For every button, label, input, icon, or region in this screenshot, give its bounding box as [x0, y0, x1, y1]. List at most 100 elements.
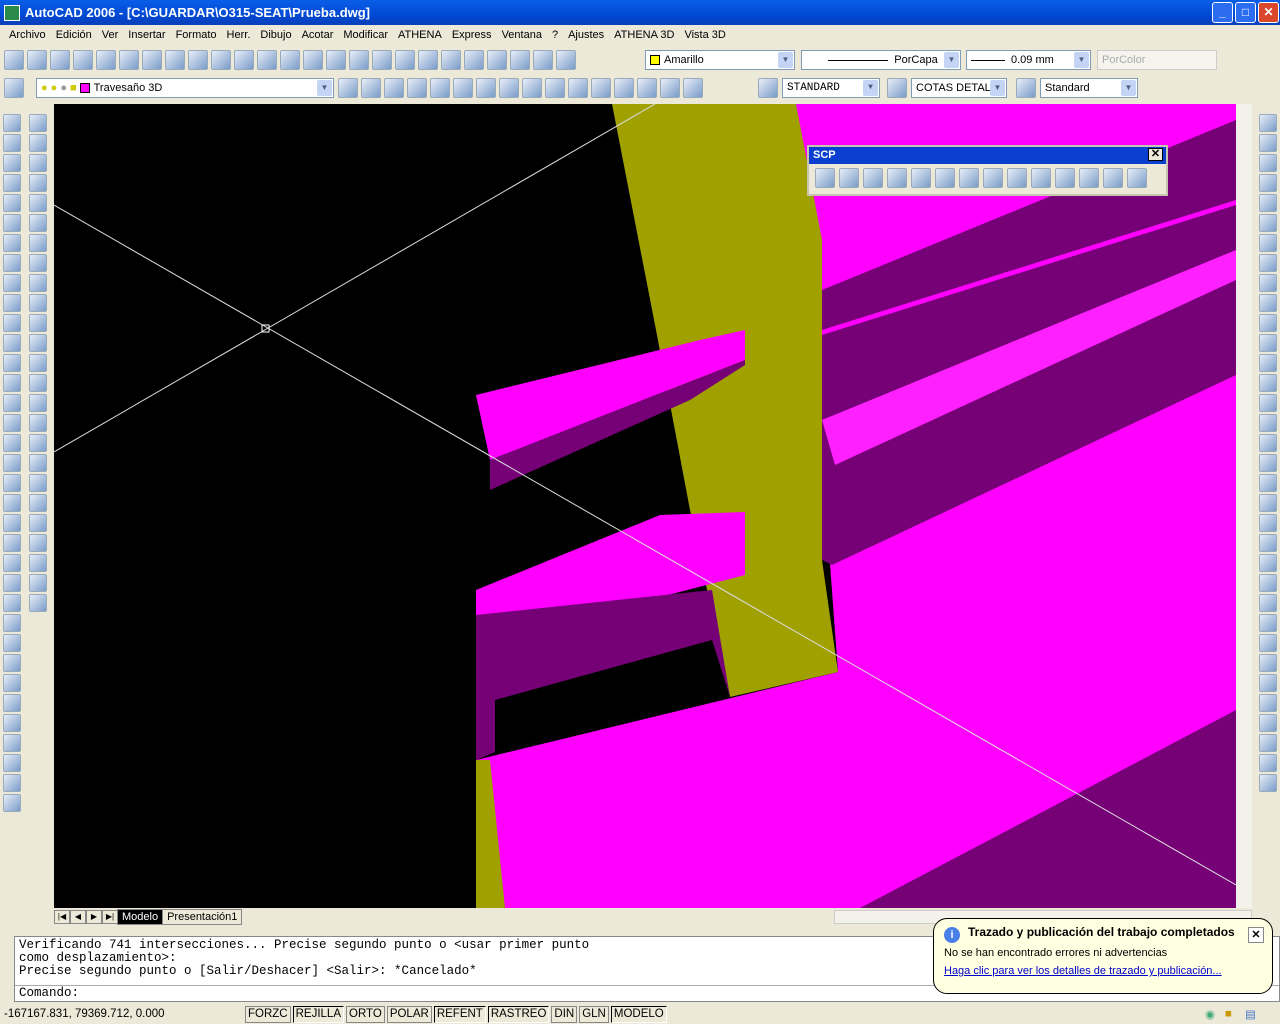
ucs-tool-icon[interactable]: [887, 168, 907, 188]
menu-item[interactable]: Modificar: [338, 29, 393, 41]
dimension-tool-icon[interactable]: [1259, 154, 1277, 172]
modify-tool-icon[interactable]: [3, 134, 21, 152]
draw-tool-icon[interactable]: [29, 434, 47, 452]
modify-tool-icon[interactable]: [3, 614, 21, 632]
ucs-tool-icon[interactable]: [863, 168, 883, 188]
modify-tool-icon[interactable]: [3, 494, 21, 512]
menu-item[interactable]: Ajustes: [563, 29, 609, 41]
menu-item[interactable]: Insertar: [123, 29, 170, 41]
draw-tool-icon[interactable]: [29, 514, 47, 532]
toolbar-tool-icon[interactable]: [395, 50, 415, 70]
toolbar-tool-icon[interactable]: [556, 50, 576, 70]
modify-tool-icon[interactable]: [3, 234, 21, 252]
toolbar-tool-icon[interactable]: [591, 78, 611, 98]
menu-item[interactable]: Formato: [171, 29, 222, 41]
toolbar-tool-icon[interactable]: [349, 50, 369, 70]
dimension-tool-icon[interactable]: [1259, 654, 1277, 672]
dimension-tool-icon[interactable]: [1259, 514, 1277, 532]
dimension-tool-icon[interactable]: [1259, 214, 1277, 232]
menu-item[interactable]: ?: [547, 29, 563, 41]
toolbar-tool-icon[interactable]: [407, 78, 427, 98]
dimension-tool-icon[interactable]: [1259, 374, 1277, 392]
status-toggle-refent[interactable]: REFENT: [433, 1005, 486, 1023]
menu-item[interactable]: Archivo: [4, 29, 51, 41]
dimension-tool-icon[interactable]: [1259, 734, 1277, 752]
ucs-tool-icon[interactable]: [1103, 168, 1123, 188]
toolbar-tool-icon[interactable]: [119, 50, 139, 70]
chevron-down-icon[interactable]: ▼: [317, 80, 332, 96]
ucs-tool-icon[interactable]: [983, 168, 1003, 188]
draw-tool-icon[interactable]: [29, 114, 47, 132]
modify-tool-icon[interactable]: [3, 334, 21, 352]
dimension-tool-icon[interactable]: [1259, 594, 1277, 612]
layer-manager-icon[interactable]: [4, 78, 24, 98]
dimension-tool-icon[interactable]: [1259, 114, 1277, 132]
lineweight-select[interactable]: 0.09 mm ▼: [966, 50, 1091, 70]
draw-tool-icon[interactable]: [29, 254, 47, 272]
status-toggle-forzc[interactable]: FORZC: [245, 1005, 291, 1023]
draw-tool-icon[interactable]: [29, 334, 47, 352]
dimension-tool-icon[interactable]: [1259, 194, 1277, 212]
draw-tool-icon[interactable]: [29, 474, 47, 492]
status-toggle-modelo[interactable]: MODELO: [610, 1005, 667, 1023]
modify-tool-icon[interactable]: [3, 634, 21, 652]
dimension-tool-icon[interactable]: [1259, 394, 1277, 412]
draw-tool-icon[interactable]: [29, 274, 47, 292]
modify-tool-icon[interactable]: [3, 674, 21, 692]
toolbar-tool-icon[interactable]: [27, 50, 47, 70]
dimension-tool-icon[interactable]: [1259, 534, 1277, 552]
chevron-down-icon[interactable]: ▼: [1074, 52, 1089, 68]
draw-tool-icon[interactable]: [29, 494, 47, 512]
toolbar-tool-icon[interactable]: [384, 78, 404, 98]
toolbar-tool-icon[interactable]: [522, 78, 542, 98]
ucs-tool-icon[interactable]: [959, 168, 979, 188]
dimension-tool-icon[interactable]: [1259, 174, 1277, 192]
modify-tool-icon[interactable]: [3, 114, 21, 132]
dimension-tool-icon[interactable]: [1259, 314, 1277, 332]
close-button[interactable]: ✕: [1258, 2, 1279, 23]
status-toggle-polar[interactable]: POLAR: [386, 1005, 432, 1023]
modify-tool-icon[interactable]: [3, 354, 21, 372]
chevron-down-icon[interactable]: ▼: [863, 80, 878, 96]
modify-tool-icon[interactable]: [3, 194, 21, 212]
minimize-button[interactable]: _: [1212, 2, 1233, 23]
draw-tool-icon[interactable]: [29, 534, 47, 552]
draw-tool-icon[interactable]: [29, 234, 47, 252]
draw-tool-icon[interactable]: [29, 414, 47, 432]
modify-tool-icon[interactable]: [3, 274, 21, 292]
modify-tool-icon[interactable]: [3, 414, 21, 432]
toolbar-tool-icon[interactable]: [487, 50, 507, 70]
modify-tool-icon[interactable]: [3, 794, 21, 812]
modify-tool-icon[interactable]: [3, 534, 21, 552]
modify-tool-icon[interactable]: [3, 394, 21, 412]
menu-item[interactable]: ATHENA 3D: [609, 29, 679, 41]
ucs-tool-icon[interactable]: [1007, 168, 1027, 188]
draw-tool-icon[interactable]: [29, 314, 47, 332]
status-toggle-din[interactable]: DIN: [551, 1005, 578, 1023]
ucs-tool-icon[interactable]: [1031, 168, 1051, 188]
ucs-tool-icon[interactable]: [1079, 168, 1099, 188]
first-tab-button[interactable]: |◀: [54, 910, 70, 924]
communication-center-icon[interactable]: ◉: [1205, 1007, 1215, 1021]
menu-item[interactable]: Acotar: [297, 29, 339, 41]
drawing-viewport[interactable]: [54, 104, 1236, 908]
status-toggle-orto[interactable]: ORTO: [346, 1005, 385, 1023]
status-toggle-rastreo[interactable]: RASTREO: [487, 1005, 550, 1023]
toolbar-tool-icon[interactable]: [430, 78, 450, 98]
lock-icon[interactable]: ■: [1225, 1008, 1232, 1020]
ucs-tool-icon[interactable]: [911, 168, 931, 188]
modify-tool-icon[interactable]: [3, 454, 21, 472]
status-toggle-gln[interactable]: GLN: [579, 1005, 609, 1023]
dimension-tool-icon[interactable]: [1259, 414, 1277, 432]
dimension-tool-icon[interactable]: [1259, 674, 1277, 692]
dimension-tool-icon[interactable]: [1259, 694, 1277, 712]
linetype-select[interactable]: PorCapa ▼: [801, 50, 961, 70]
dimension-tool-icon[interactable]: [1259, 554, 1277, 572]
draw-tool-icon[interactable]: [29, 454, 47, 472]
toolbar-tool-icon[interactable]: [280, 50, 300, 70]
modify-tool-icon[interactable]: [3, 174, 21, 192]
modify-tool-icon[interactable]: [3, 714, 21, 732]
color-select[interactable]: Amarillo ▼: [645, 50, 795, 70]
draw-tool-icon[interactable]: [29, 374, 47, 392]
ucs-tool-icon[interactable]: [1127, 168, 1147, 188]
